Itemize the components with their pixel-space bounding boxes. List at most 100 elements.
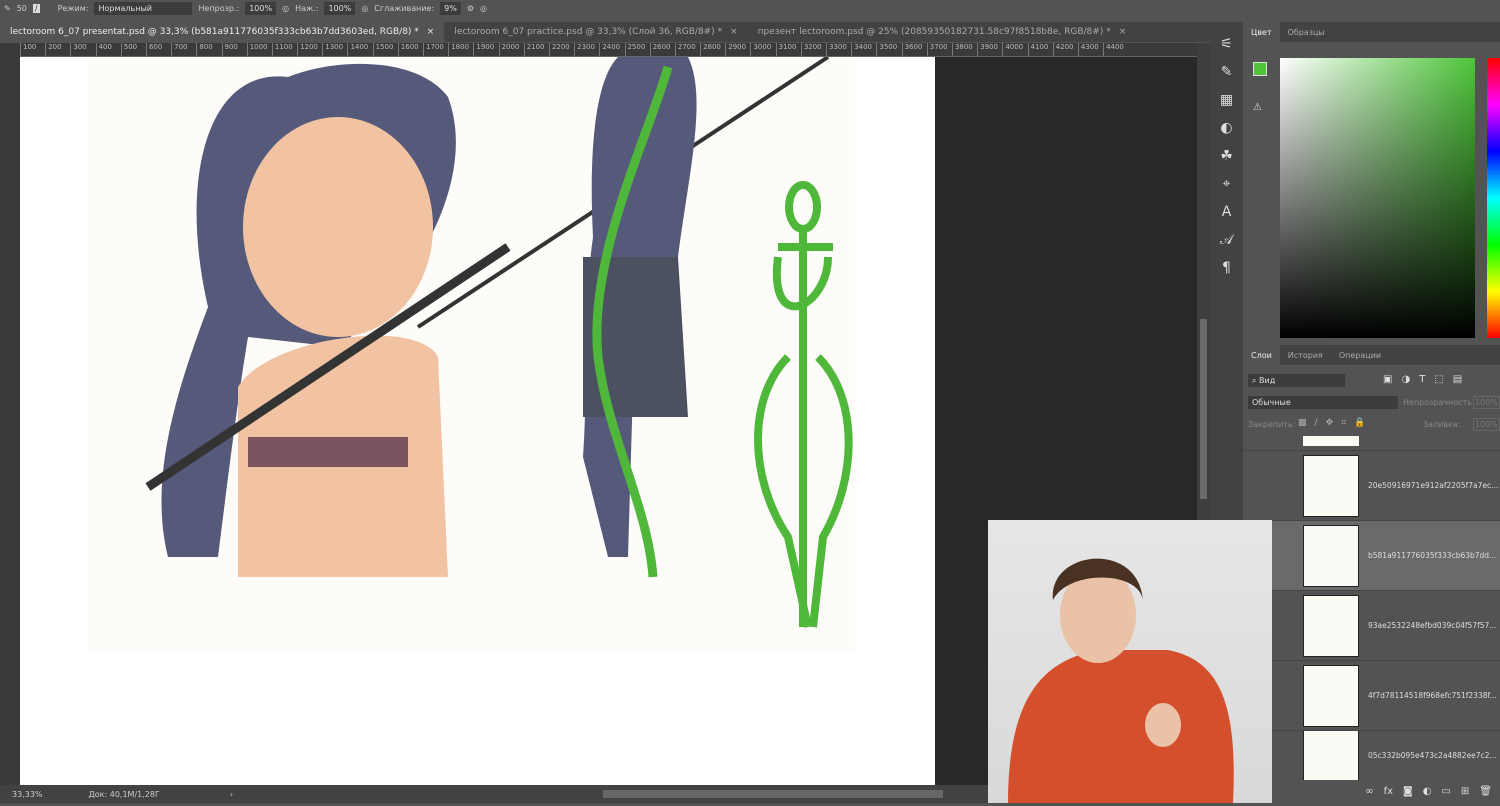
- adjust-icon[interactable]: ⚟: [1220, 36, 1233, 52]
- horizontal-ruler: 100 200 300 400 500 600 700 800 900 1000 1100 1200 1…: [20, 43, 1200, 57]
- layer-row[interactable]: 93ae2532248efbd039c04f57f57...: [1243, 590, 1500, 660]
- presenter-video: [1008, 558, 1234, 803]
- ruler-label: 1000: [246, 43, 272, 56]
- layer-thumbnail: [1303, 664, 1359, 727]
- close-icon[interactable]: ×: [427, 27, 435, 37]
- paths-icon[interactable]: ⌖: [1223, 176, 1231, 192]
- tab-actions[interactable]: Операции: [1331, 345, 1389, 365]
- fill-input[interactable]: 100%: [1473, 418, 1500, 431]
- adjustments-icon[interactable]: ◐: [1220, 120, 1232, 136]
- ruler-label: 300: [70, 43, 95, 56]
- character-illustration: [145, 55, 853, 628]
- status-menu-arrow[interactable]: ›: [230, 790, 233, 799]
- lock-brush-icon[interactable]: /: [1315, 418, 1318, 428]
- layer-filter-select[interactable]: ⌕ Вид: [1248, 374, 1345, 387]
- tab-label: lectoroom 6_07 practice.psd @ 33,3% (Сло…: [454, 27, 723, 37]
- close-icon[interactable]: ×: [730, 27, 738, 37]
- lock-move-icon[interactable]: ✥: [1326, 418, 1334, 428]
- zoom-level[interactable]: 33,33%: [12, 790, 43, 799]
- gamut-warning-icon: ⚠: [1253, 102, 1262, 113]
- horizontal-scrollbar[interactable]: [603, 790, 944, 798]
- brush-icon[interactable]: ✎: [1221, 64, 1233, 80]
- tab-practice[interactable]: lectoroom 6_07 practice.psd @ 33,3% (Сло…: [444, 22, 747, 42]
- ruler-label: 3500: [876, 43, 901, 56]
- layer-row[interactable]: 4f7d78114518f968efc751f2338f...: [1243, 660, 1500, 730]
- folder-icon[interactable]: ▭: [1441, 786, 1450, 797]
- layer-row[interactable]: 05c332b095e473c2a4882ee7c2...: [1243, 730, 1500, 780]
- opacity-label: Непрозрачность:: [1403, 398, 1475, 407]
- smart-object-filter-icon[interactable]: ▤: [1453, 374, 1462, 385]
- scroll-thumb[interactable]: [1200, 319, 1207, 499]
- layer-thumbnail: [1303, 731, 1359, 780]
- ruler-label: 3600: [901, 43, 927, 56]
- tab-prezent[interactable]: презент lectoroom.psd @ 25% (20859350182…: [748, 22, 1137, 42]
- brush-size[interactable]: 50: [17, 4, 27, 13]
- close-icon[interactable]: ×: [1119, 27, 1127, 37]
- tab-history[interactable]: История: [1280, 345, 1331, 365]
- layer-opacity-input[interactable]: 100%: [1473, 396, 1500, 409]
- vertical-ruler: [0, 43, 20, 785]
- lock-label: Закрепить:: [1248, 420, 1296, 429]
- lock-artboard-icon[interactable]: ⌗: [1341, 418, 1346, 428]
- layer-name[interactable]: 20e50916971e912af2205f7a7ec...: [1368, 481, 1498, 490]
- layer-name[interactable]: 93ae2532248efbd039c04f57f57...: [1368, 621, 1496, 630]
- link-icon[interactable]: ∞: [1365, 786, 1373, 797]
- layer-name[interactable]: 05c332b095e473c2a4882ee7c2...: [1368, 751, 1497, 760]
- flow-input[interactable]: 100%: [324, 2, 356, 15]
- pressure-size-icon[interactable]: ◎: [480, 4, 487, 13]
- brush-preset-icon[interactable]: ✎: [4, 4, 11, 13]
- mode-select[interactable]: Нормальный: [94, 2, 193, 15]
- ruler-label: 2500: [624, 43, 650, 56]
- glyphs-icon[interactable]: 𝒜: [1220, 232, 1233, 248]
- tab-layers[interactable]: Слои: [1243, 345, 1280, 365]
- blend-mode-select[interactable]: Обычные: [1248, 396, 1398, 409]
- type-filter-icon[interactable]: T: [1419, 374, 1425, 385]
- gear-icon[interactable]: ⚙: [467, 4, 474, 13]
- foreground-color-swatch[interactable]: [1253, 62, 1267, 76]
- layer-row[interactable]: 20e50916971e912af2205f7a7ec...: [1243, 450, 1500, 520]
- new-layer-icon[interactable]: ⊞: [1461, 786, 1469, 797]
- trash-icon[interactable]: 🗑: [1479, 786, 1492, 797]
- ruler-label: 100: [20, 43, 45, 56]
- character-icon[interactable]: A: [1222, 204, 1232, 220]
- color-picker-field[interactable]: [1280, 58, 1475, 338]
- brush-panel-icon[interactable]: /: [32, 4, 40, 13]
- fx-icon[interactable]: fx: [1384, 786, 1393, 797]
- layer-name[interactable]: b581a911776035f333cb63b7dd...: [1368, 551, 1496, 560]
- image-filter-icon[interactable]: ▣: [1383, 374, 1392, 385]
- layer-name[interactable]: 4f7d78114518f968efc751f2338f...: [1368, 691, 1497, 700]
- document-tabs: lectoroom 6_07 presentat.psd @ 33,3% (b5…: [0, 22, 1210, 42]
- fill-label: Заливка:: [1423, 420, 1461, 429]
- ruler-label: 800: [196, 43, 221, 56]
- adjustment-icon[interactable]: ◐: [1423, 786, 1432, 797]
- airbrush-icon[interactable]: ◎: [361, 4, 368, 13]
- ruler-label: 1300: [322, 43, 347, 56]
- ruler-label: 1100: [271, 43, 297, 56]
- pressure-opacity-icon[interactable]: ◎: [282, 4, 289, 13]
- opacity-input[interactable]: 100%: [245, 2, 277, 15]
- hue-slider[interactable]: [1487, 58, 1500, 338]
- ruler-label: 3900: [977, 43, 1002, 56]
- styles-icon[interactable]: ☘: [1220, 148, 1233, 164]
- lock-icons: ▩ / ✥ ⌗ 🔒: [1298, 418, 1365, 428]
- ruler-label: 3000: [750, 43, 775, 56]
- ruler-label: 3700: [926, 43, 952, 56]
- lock-pixels-icon[interactable]: ▩: [1298, 418, 1307, 428]
- layer-row-selected[interactable]: b581a911776035f333cb63b7dd...: [1243, 520, 1500, 590]
- swatches-icon[interactable]: ▦: [1220, 92, 1233, 108]
- ruler-label: 1900: [473, 43, 498, 56]
- smoothing-input[interactable]: 9%: [440, 2, 461, 15]
- tab-color[interactable]: Цвет: [1243, 22, 1280, 42]
- flow-label: Наж.:: [295, 4, 319, 13]
- ruler-label: 2400: [599, 43, 624, 56]
- lock-icon[interactable]: 🔒: [1354, 418, 1365, 428]
- tab-label: lectoroom 6_07 presentat.psd @ 33,3% (b5…: [10, 27, 419, 37]
- paragraph-icon[interactable]: ¶: [1222, 260, 1231, 276]
- adjustment-filter-icon[interactable]: ◑: [1401, 374, 1410, 385]
- shape-filter-icon[interactable]: ⬚: [1434, 374, 1443, 385]
- ruler-label: 4200: [1052, 43, 1078, 56]
- mask-icon[interactable]: ◙: [1403, 786, 1413, 797]
- tab-presentat[interactable]: lectoroom 6_07 presentat.psd @ 33,3% (b5…: [0, 22, 445, 42]
- ruler-label: 4400: [1103, 43, 1128, 56]
- tab-swatches[interactable]: Образцы: [1280, 22, 1333, 42]
